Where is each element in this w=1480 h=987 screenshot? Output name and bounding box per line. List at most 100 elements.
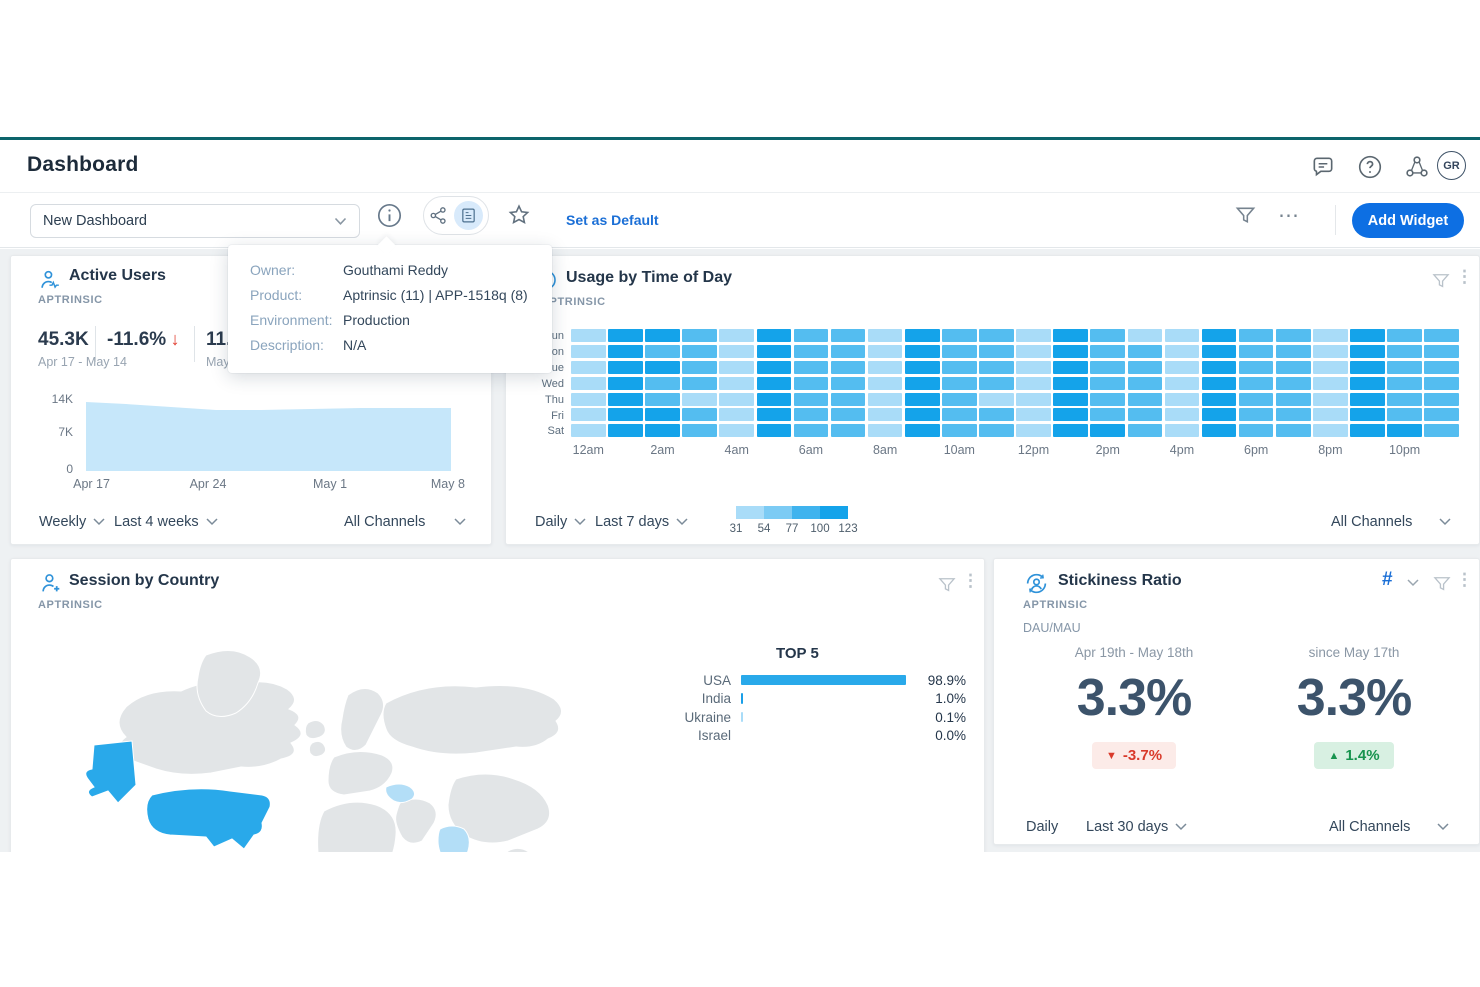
heatmap-cell <box>831 424 866 437</box>
heatmap-hour-label: 8am <box>873 443 897 457</box>
heatmap-cell <box>1276 345 1311 358</box>
heatmap-cell <box>571 329 606 342</box>
info-row: Owner:Gouthami Reddy <box>250 262 530 278</box>
heatmap-cell <box>794 393 829 406</box>
favorite-star-icon[interactable] <box>505 201 533 229</box>
info-row: Description:N/A <box>250 337 530 353</box>
help-icon[interactable] <box>1357 154 1383 180</box>
heatmap-cell <box>1016 377 1051 390</box>
share-icon[interactable] <box>429 206 448 225</box>
heatmap-cell <box>1016 408 1051 421</box>
feedback-icon[interactable] <box>1310 154 1336 180</box>
heatmap-cell <box>831 329 866 342</box>
map-ukraine <box>386 784 415 803</box>
add-widget-button[interactable]: Add Widget <box>1352 203 1464 238</box>
heatmap-day-label: Sat <box>524 425 564 437</box>
widget-filter-icon[interactable] <box>1431 271 1451 296</box>
info-row-value: Production <box>343 312 410 328</box>
heatmap-cell <box>682 408 717 421</box>
heatmap-cell <box>1350 424 1385 437</box>
heatmap-cell <box>571 345 606 358</box>
country-bar <box>741 675 906 686</box>
heatmap-cell <box>1387 393 1422 406</box>
info-row-value: Gouthami Reddy <box>343 262 448 278</box>
legend-swatch <box>764 506 792 519</box>
x-tick: May 8 <box>431 477 465 491</box>
heatmap-cell <box>1424 361 1459 374</box>
heatmap-cell <box>1202 329 1237 342</box>
widget-filter-icon[interactable] <box>1432 574 1452 599</box>
heatmap-cell <box>1128 345 1163 358</box>
widget-kebab-icon[interactable]: ⋮ <box>1456 570 1473 590</box>
heatmap-cell <box>1313 393 1348 406</box>
map-usa <box>147 789 271 849</box>
widget-source: APTRINSIC <box>1023 599 1088 611</box>
granularity-label[interactable]: Daily <box>1026 819 1058 835</box>
chevron-down-icon[interactable] <box>1407 579 1419 587</box>
channels-dropdown[interactable]: All Channels <box>1331 514 1451 530</box>
more-options-icon[interactable]: ⋯ <box>1274 201 1304 229</box>
info-row-label: Product: <box>250 287 343 303</box>
heatmap-cell <box>645 393 680 406</box>
heatmap-cell <box>979 345 1014 358</box>
country-label: USA <box>656 673 741 688</box>
heatmap-cell <box>682 329 717 342</box>
widget-kebab-icon[interactable]: ⋮ <box>962 571 979 591</box>
dashboard-content: Active Users APTRINSIC 45.3K -11.6% ↓ 11… <box>0 249 1480 852</box>
heatmap-cell <box>905 329 940 342</box>
heatmap-cell <box>757 361 792 374</box>
date-range-dropdown[interactable]: Last 30 days <box>1086 819 1187 835</box>
heatmap-cell <box>942 329 977 342</box>
heatmap-cell <box>1202 345 1237 358</box>
heatmap-cell <box>1387 424 1422 437</box>
heatmap-cell <box>1387 329 1422 342</box>
copy-dashboard-icon[interactable] <box>454 201 483 230</box>
heatmap-cell <box>868 408 903 421</box>
filter-icon[interactable] <box>1231 201 1259 229</box>
channels-dropdown[interactable]: All Channels <box>344 514 466 530</box>
set-as-default-link[interactable]: Set as Default <box>566 212 659 228</box>
heatmap-cell <box>1053 377 1088 390</box>
stickiness-column: Apr 19th - May 18th3.3%▼-3.7% <box>1024 645 1244 769</box>
heatmap-cell <box>1016 393 1051 406</box>
stickiness-delta-value: 1.4% <box>1345 747 1379 764</box>
date-range-dropdown[interactable]: Last 7 days <box>595 514 688 530</box>
country-label: Israel <box>656 728 741 743</box>
heatmap-cell <box>1165 345 1200 358</box>
heatmap-cell <box>942 361 977 374</box>
widget-title: Session by Country <box>69 572 219 590</box>
country-pct: 0.1% <box>908 710 966 725</box>
legend-tick-label: 123 <box>838 523 857 535</box>
chevron-down-icon <box>334 217 347 226</box>
heatmap-cell <box>1313 361 1348 374</box>
heatmap-cell <box>905 377 940 390</box>
heatmap-cell <box>1202 408 1237 421</box>
widget-kebab-icon[interactable]: ⋮ <box>1456 267 1473 287</box>
channels-dropdown[interactable]: All Channels <box>1329 819 1449 835</box>
granularity-dropdown[interactable]: Weekly <box>39 514 105 530</box>
country-label: Ukraine <box>656 710 741 725</box>
heatmap-cell <box>942 408 977 421</box>
heatmap-cell <box>757 393 792 406</box>
number-format-toggle[interactable]: # <box>1382 569 1393 591</box>
heatmap-cell <box>719 424 754 437</box>
top5-row: Ukraine 0.1% <box>656 710 966 724</box>
heatmap-cell <box>682 424 717 437</box>
heatmap-hour-label: 12am <box>573 443 604 457</box>
heatmap-cell <box>682 393 717 406</box>
granularity-dropdown[interactable]: Daily <box>535 514 586 530</box>
heatmap-cell <box>1276 424 1311 437</box>
widget-filter-icon[interactable] <box>937 575 957 600</box>
legend-swatch <box>792 506 820 519</box>
heatmap-cell <box>1239 361 1274 374</box>
info-row-label: Description: <box>250 337 343 353</box>
heatmap-cell <box>682 345 717 358</box>
user-avatar[interactable]: GR <box>1437 151 1466 180</box>
date-range-dropdown[interactable]: Last 4 weeks <box>114 514 218 530</box>
heatmap-cell <box>1239 424 1274 437</box>
info-icon[interactable] <box>375 201 403 229</box>
community-icon[interactable] <box>1404 154 1430 180</box>
heatmap-cell <box>1313 329 1348 342</box>
usage-by-time-widget: Usage by Time of Day APTRINSIC ⋮ SunMonT… <box>505 255 1480 545</box>
dashboard-selector[interactable]: New Dashboard <box>30 204 360 238</box>
